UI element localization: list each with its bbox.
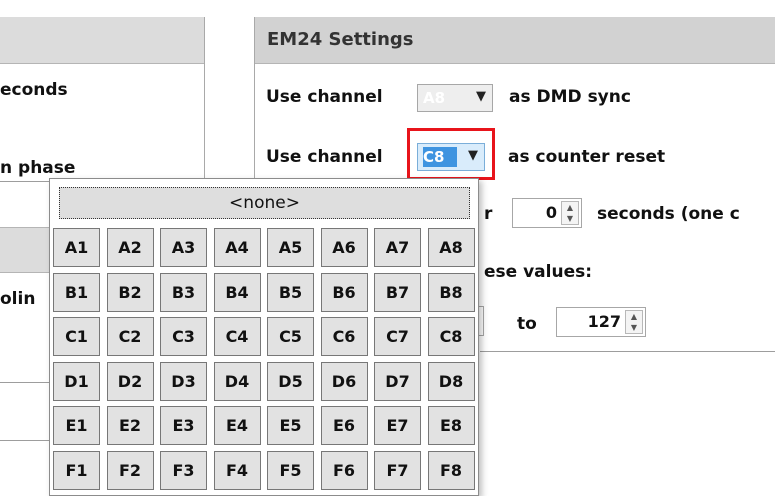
channel-option-a5[interactable]: A5 bbox=[267, 228, 314, 267]
seconds-spinner-value: 0 bbox=[545, 203, 557, 222]
channel-option-e3[interactable]: E3 bbox=[160, 406, 207, 445]
channel-option-d4[interactable]: D4 bbox=[213, 361, 261, 401]
channel-option-f1[interactable]: F1 bbox=[53, 450, 100, 490]
channel-option-d6[interactable]: D6 bbox=[320, 361, 368, 401]
seconds-suffix-label: seconds (one c bbox=[597, 204, 740, 224]
channel-option-b7[interactable]: B7 bbox=[374, 272, 421, 312]
channel-option-none[interactable]: <none> bbox=[59, 187, 470, 219]
channel-option-d2[interactable]: D2 bbox=[106, 361, 154, 401]
range-to-label: to bbox=[517, 314, 537, 334]
spin-buttons[interactable]: ▲ ▼ bbox=[625, 310, 643, 334]
channel-option-e7[interactable]: E7 bbox=[374, 406, 421, 445]
channel-option-c8[interactable]: C8 bbox=[427, 317, 475, 356]
channel-option-e8[interactable]: E8 bbox=[427, 406, 475, 445]
channel-option-d7[interactable]: D7 bbox=[374, 361, 421, 401]
spin-up-icon[interactable]: ▲ bbox=[626, 312, 642, 322]
channel-option-b1[interactable]: B1 bbox=[53, 272, 100, 312]
dmd-sync-channel-value: A8 bbox=[423, 89, 446, 107]
range-to-spinner[interactable]: 127 ▲ ▼ bbox=[556, 307, 646, 337]
em24-panel-header: EM24 Settings bbox=[255, 17, 775, 64]
channel-option-f4[interactable]: F4 bbox=[213, 450, 261, 490]
channel-option-e5[interactable]: E5 bbox=[267, 406, 314, 445]
counter-reset-prefix-label: Use channel bbox=[266, 147, 383, 167]
channel-picker-dropdown: <none> A1 A2 A3 A4 A5 A6 A7 A8 B1 B2 B3 B4 B5 B6 B7 B8 C… bbox=[49, 178, 479, 496]
channel-option-b5[interactable]: B5 bbox=[267, 272, 314, 312]
channel-option-d8[interactable]: D8 bbox=[427, 361, 475, 401]
channel-option-a8[interactable]: A8 bbox=[427, 228, 475, 267]
channel-option-f6[interactable]: F6 bbox=[320, 450, 368, 490]
channel-option-a2[interactable]: A2 bbox=[106, 228, 154, 267]
annotation-highlight-box bbox=[407, 128, 495, 180]
channel-option-f7[interactable]: F7 bbox=[374, 450, 421, 490]
left-panel-text-phase: n phase bbox=[0, 158, 76, 178]
spin-up-icon[interactable]: ▲ bbox=[562, 203, 578, 213]
spin-buttons[interactable]: ▲ ▼ bbox=[561, 201, 579, 225]
channel-option-e6[interactable]: E6 bbox=[320, 406, 368, 445]
channel-option-c7[interactable]: C7 bbox=[374, 317, 421, 356]
channel-option-c6[interactable]: C6 bbox=[320, 317, 368, 356]
channel-option-a1[interactable]: A1 bbox=[53, 228, 100, 267]
left-panel-header bbox=[0, 17, 204, 64]
channel-option-c3[interactable]: C3 bbox=[160, 317, 207, 356]
spin-down-icon[interactable]: ▼ bbox=[562, 214, 578, 224]
channel-option-b6[interactable]: B6 bbox=[320, 272, 368, 312]
channel-option-f3[interactable]: F3 bbox=[160, 450, 207, 490]
channel-option-a3[interactable]: A3 bbox=[160, 228, 207, 267]
left-panel-text-seconds: econds bbox=[0, 80, 68, 100]
interval-prefix-label: r bbox=[484, 204, 493, 224]
em24-panel-divider bbox=[480, 351, 775, 352]
channel-option-e2[interactable]: E2 bbox=[106, 406, 154, 445]
channel-option-f2[interactable]: F2 bbox=[106, 450, 154, 490]
channel-option-d1[interactable]: D1 bbox=[53, 361, 100, 401]
channel-option-e1[interactable]: E1 bbox=[53, 406, 100, 445]
values-range-label: ese values: bbox=[484, 262, 593, 282]
counter-reset-suffix-label: as counter reset bbox=[508, 147, 666, 167]
range-to-value: 127 bbox=[587, 312, 621, 331]
channel-option-d5[interactable]: D5 bbox=[267, 361, 314, 401]
dmd-sync-suffix-label: as DMD sync bbox=[509, 87, 631, 107]
channel-option-e4[interactable]: E4 bbox=[213, 406, 261, 445]
left-panel-text-sampling: olin bbox=[0, 289, 36, 309]
em24-panel-title: EM24 Settings bbox=[267, 29, 414, 50]
channel-option-c4[interactable]: C4 bbox=[213, 317, 261, 356]
channel-option-f5[interactable]: F5 bbox=[267, 450, 314, 490]
channel-option-b2[interactable]: B2 bbox=[106, 272, 154, 312]
channel-option-b3[interactable]: B3 bbox=[160, 272, 207, 312]
channel-option-c2[interactable]: C2 bbox=[106, 317, 154, 356]
spin-down-icon[interactable]: ▼ bbox=[626, 323, 642, 333]
channel-option-a7[interactable]: A7 bbox=[374, 228, 421, 267]
channel-option-d3[interactable]: D3 bbox=[160, 361, 207, 401]
seconds-spinner[interactable]: 0 ▲ ▼ bbox=[512, 198, 582, 228]
channel-option-f8[interactable]: F8 bbox=[427, 450, 475, 490]
channel-option-b8[interactable]: B8 bbox=[427, 272, 475, 312]
channel-option-b4[interactable]: B4 bbox=[213, 272, 261, 312]
chevron-down-icon: ▼ bbox=[476, 89, 486, 104]
channel-option-c1[interactable]: C1 bbox=[53, 317, 100, 356]
channel-option-c5[interactable]: C5 bbox=[267, 317, 314, 356]
dmd-sync-prefix-label: Use channel bbox=[266, 87, 383, 107]
dmd-sync-channel-select[interactable]: A8 ▼ bbox=[417, 84, 493, 112]
channel-option-a4[interactable]: A4 bbox=[213, 228, 261, 267]
channel-option-a6[interactable]: A6 bbox=[320, 228, 368, 267]
